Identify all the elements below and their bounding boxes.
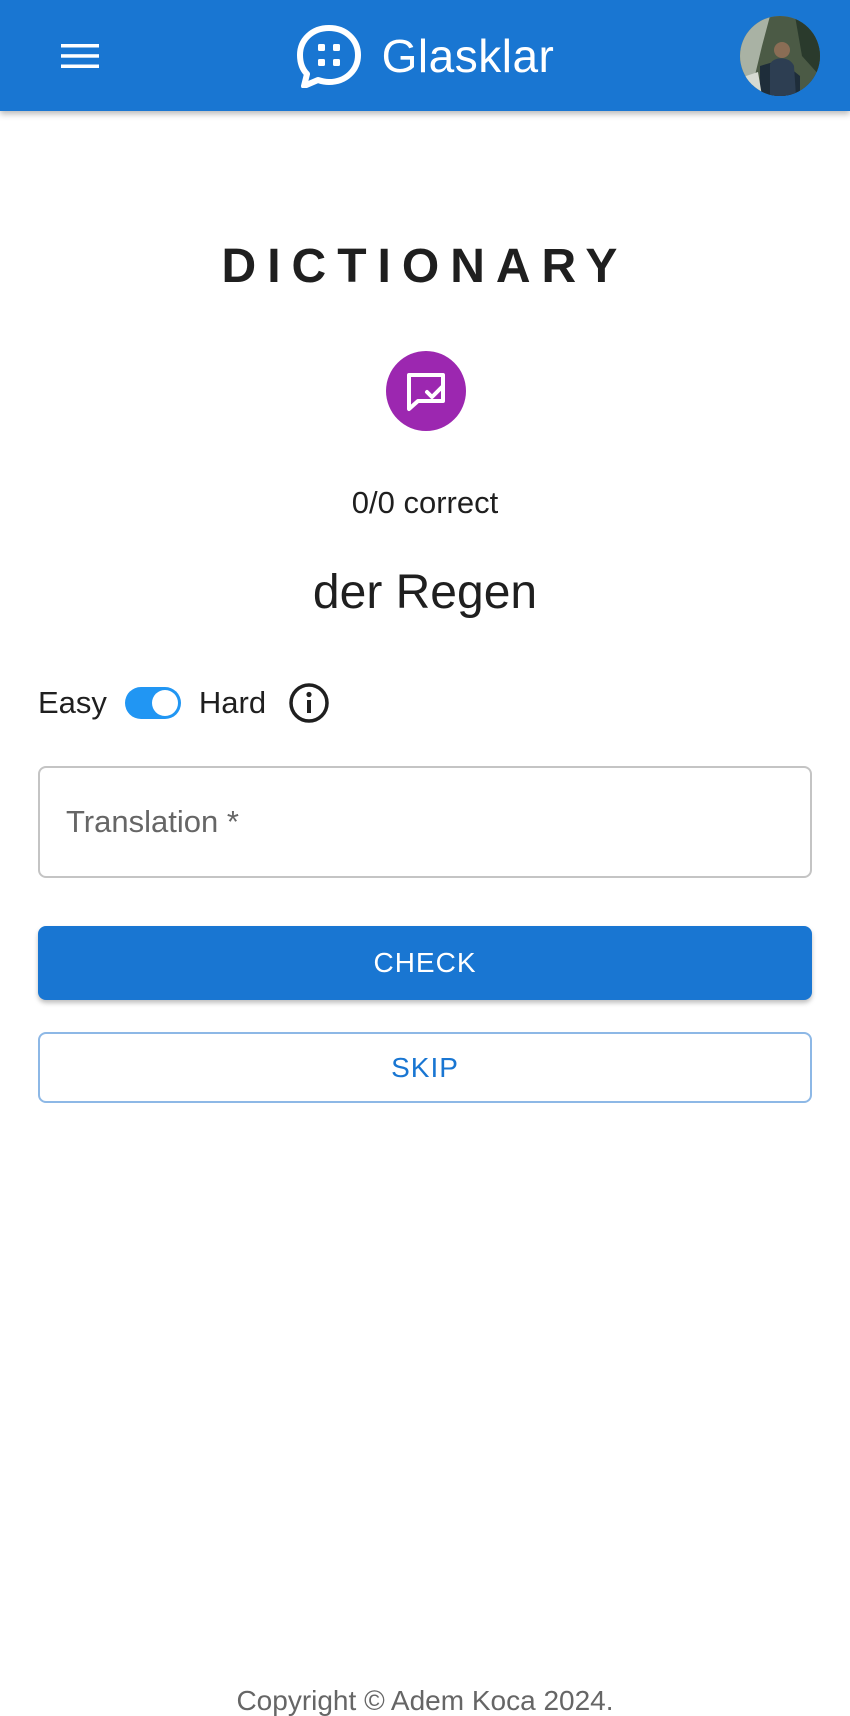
switch-thumb (151, 690, 178, 716)
brand[interactable]: Glasklar (296, 24, 555, 88)
easy-label: Easy (38, 685, 107, 720)
chat-bubble-dots-icon (296, 24, 361, 88)
menu-icon (61, 44, 99, 68)
chat-check-icon (407, 373, 445, 411)
copyright-footer: Copyright © Adem Koca 2024. (236, 1685, 614, 1716)
mode-badge (386, 351, 466, 431)
app-bar: Glasklar (0, 0, 850, 111)
vocabulary-word: der Regen (312, 566, 538, 619)
user-photo (740, 16, 820, 96)
translation-field (38, 766, 812, 878)
difficulty-switch[interactable] (124, 687, 181, 719)
score-text: 0/0 correct (351, 485, 499, 520)
brand-name: Glasklar (381, 29, 555, 82)
info-button[interactable] (288, 682, 330, 724)
skip-button[interactable]: SKIP (38, 1032, 812, 1103)
translation-input[interactable] (40, 768, 810, 876)
check-button[interactable]: CHECK (38, 926, 812, 1000)
menu-button[interactable] (52, 32, 108, 80)
hard-label: Hard (198, 685, 267, 720)
avatar[interactable] (740, 16, 820, 96)
difficulty-toggle-row: Easy Hard (38, 675, 330, 731)
info-icon (289, 683, 329, 723)
page-title: DICTIONARY (221, 240, 629, 293)
